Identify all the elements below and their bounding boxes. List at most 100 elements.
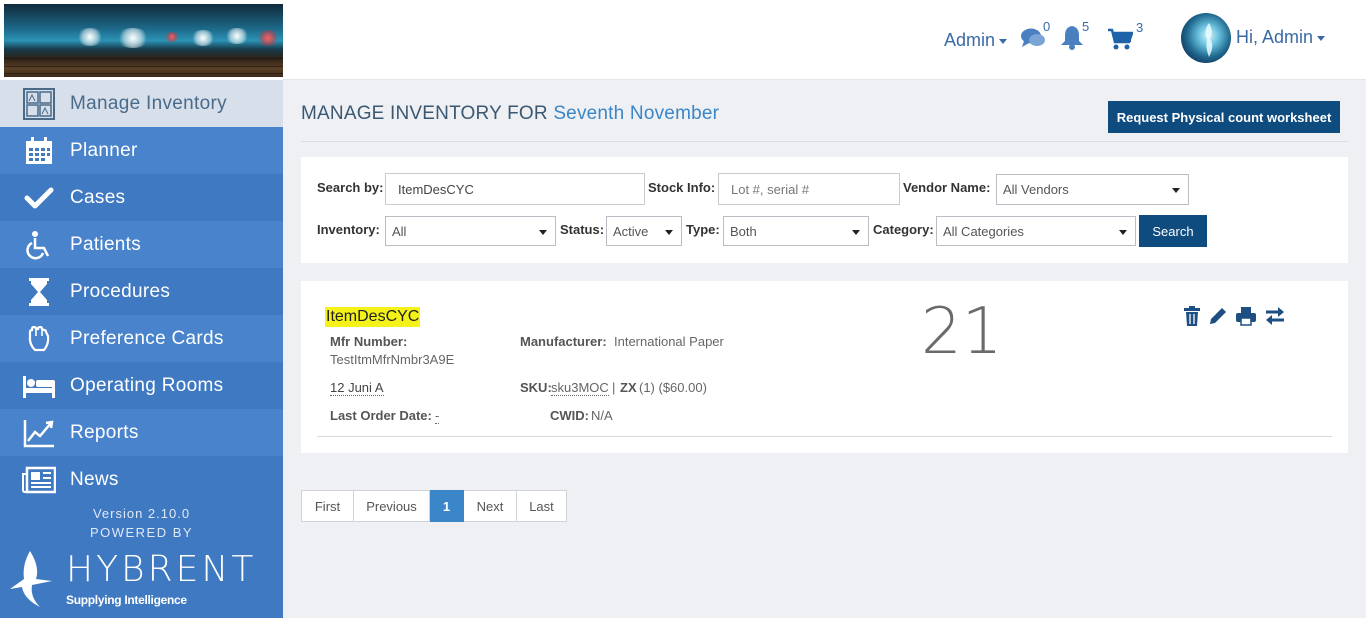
chevron-down-icon — [999, 38, 1008, 44]
bell-icon — [1061, 26, 1083, 50]
page-title: MANAGE INVENTORY FOR Seventh November — [301, 103, 719, 125]
mfr-number-value: TestItmMfrNmbr3A9E — [330, 352, 455, 367]
inventory-item-card: ItemDesCYC Mfr Number: TestItmMfrNmbr3A9… — [301, 281, 1348, 453]
sku-label: SKU: — [520, 380, 552, 395]
sidebar-item-label: Reports — [70, 421, 139, 443]
category-select-value: All Categories — [943, 223, 1024, 239]
sidebar-item-patients[interactable]: Patients — [0, 221, 283, 268]
pencil-icon[interactable] — [1207, 305, 1229, 327]
pagination-last[interactable]: Last — [517, 490, 567, 522]
sidebar-item-label: Cases — [70, 186, 126, 208]
top-header: Admin 0 5 3 Hi, Admin — [283, 0, 1366, 80]
uom-value: ZX — [620, 380, 637, 395]
mfr-number-label: Mfr Number: — [330, 334, 408, 349]
trash-icon[interactable] — [1181, 305, 1203, 327]
item-name[interactable]: ItemDesCYC — [325, 307, 421, 327]
sidebar-item-procedures[interactable]: Procedures — [0, 268, 283, 315]
divider — [301, 141, 1348, 142]
cart-button[interactable] — [1107, 28, 1134, 55]
notifications-count-badge: 5 — [1082, 19, 1090, 34]
hybrent-logo: HYBRENT Supplying Intelligence — [10, 549, 253, 611]
stock-info-input[interactable]: Lot #, serial # — [718, 173, 900, 205]
filter-panel: Search by: ItemDesCYC Stock Info: Lot #,… — [301, 157, 1348, 263]
vendor-name-label: Vendor Name: — [903, 180, 991, 195]
last-order-date-label: Last Order Date: — [330, 408, 432, 423]
inventory-select-value: All — [392, 223, 407, 239]
page-title-location[interactable]: Seventh November — [553, 103, 719, 124]
manufacturer-label: Manufacturer: — [520, 334, 607, 349]
line-chart-icon — [22, 416, 56, 450]
sidebar-item-manage-inventory[interactable]: Manage Inventory — [0, 80, 283, 127]
search-by-label: Search by: — [317, 180, 384, 195]
hourglass-icon — [22, 275, 56, 309]
chevron-down-icon — [1172, 188, 1180, 193]
sidebar-item-label: Planner — [70, 139, 138, 161]
status-select[interactable]: Active — [606, 216, 682, 246]
divider — [317, 436, 1332, 437]
messages-count-badge: 0 — [1043, 19, 1051, 34]
last-order-date-value[interactable]: - — [435, 408, 440, 424]
transfer-icon[interactable] — [1264, 305, 1286, 327]
chevron-down-icon — [665, 230, 673, 235]
inventory-grid-icon — [22, 87, 56, 121]
sidebar-item-label: News — [70, 468, 119, 490]
type-select[interactable]: Both — [723, 216, 869, 246]
stock-info-label: Stock Info: — [648, 180, 716, 195]
user-menu[interactable]: Hi, Admin — [1236, 27, 1326, 48]
type-label: Type: — [686, 222, 720, 237]
calendar-icon — [22, 134, 56, 168]
vendor-select[interactable]: All Vendors — [996, 174, 1189, 205]
sidebar-item-reports[interactable]: Reports — [0, 409, 283, 456]
powered-by-text: POWERED BY — [89, 525, 194, 540]
type-select-value: Both — [730, 223, 757, 239]
sidebar-footer: Version 2.10.0 POWERED BY HYBRENT Supply… — [0, 499, 283, 618]
sidebar-item-news[interactable]: News — [0, 456, 283, 503]
pagination: First Previous 1 Next Last — [301, 490, 567, 522]
chevron-down-icon — [539, 230, 547, 235]
uom-detail: (1) ($60.00) — [639, 380, 707, 395]
sidebar-item-cases[interactable]: Cases — [0, 174, 283, 221]
sidebar-item-label: Patients — [70, 233, 142, 255]
search-button[interactable]: Search — [1139, 215, 1207, 247]
pagination-previous[interactable]: Previous — [354, 490, 430, 522]
newspaper-icon — [22, 463, 56, 497]
sidebar-item-operating-rooms[interactable]: Operating Rooms — [0, 362, 283, 409]
sidebar-item-label: Operating Rooms — [70, 374, 224, 396]
version-text: Version 2.10.0 — [92, 506, 191, 521]
item-location[interactable]: 12 Juni A — [330, 380, 384, 396]
print-icon[interactable] — [1235, 305, 1257, 327]
search-by-input[interactable]: ItemDesCYC — [385, 173, 645, 205]
sidebar-item-planner[interactable]: Planner — [0, 127, 283, 174]
notifications-button[interactable] — [1060, 24, 1084, 55]
admin-menu[interactable]: Admin — [944, 30, 1008, 51]
cart-count-badge: 3 — [1136, 20, 1144, 35]
pagination-page-1[interactable]: 1 — [430, 490, 464, 522]
avatar[interactable] — [1181, 13, 1231, 63]
sidebar-nav: Manage Inventory Planner Cases Patients … — [0, 80, 283, 503]
inventory-select[interactable]: All — [385, 216, 556, 246]
status-select-value: Active — [613, 223, 649, 239]
banner-image — [4, 4, 283, 77]
chevron-down-icon — [852, 230, 860, 235]
category-select[interactable]: All Categories — [936, 216, 1136, 246]
inventory-label: Inventory: — [317, 222, 380, 237]
logo-wordmark: HYBRENT — [66, 549, 257, 590]
wheelchair-icon — [22, 228, 56, 262]
request-physical-count-button[interactable]: Request Physical count worksheet — [1108, 101, 1340, 133]
check-icon — [22, 181, 56, 215]
page-title-prefix: MANAGE INVENTORY FOR — [301, 103, 548, 124]
pagination-first[interactable]: First — [301, 490, 354, 522]
category-label: Category: — [873, 222, 934, 237]
sidebar-item-label: Procedures — [70, 280, 171, 302]
status-label: Status: — [560, 222, 605, 237]
pagination-next[interactable]: Next — [464, 490, 517, 522]
chevron-down-icon — [1119, 230, 1127, 235]
item-quantity: 21 — [921, 295, 1003, 369]
sidebar-item-label: Preference Cards — [70, 327, 224, 349]
sku-separator: | — [612, 380, 616, 395]
hand-icon — [22, 322, 56, 356]
hybrent-bird-icon — [10, 551, 52, 607]
admin-menu-label: Admin — [944, 30, 996, 50]
sidebar-item-preference-cards[interactable]: Preference Cards — [0, 315, 283, 362]
sku-value[interactable]: sku3MOC — [551, 380, 609, 396]
